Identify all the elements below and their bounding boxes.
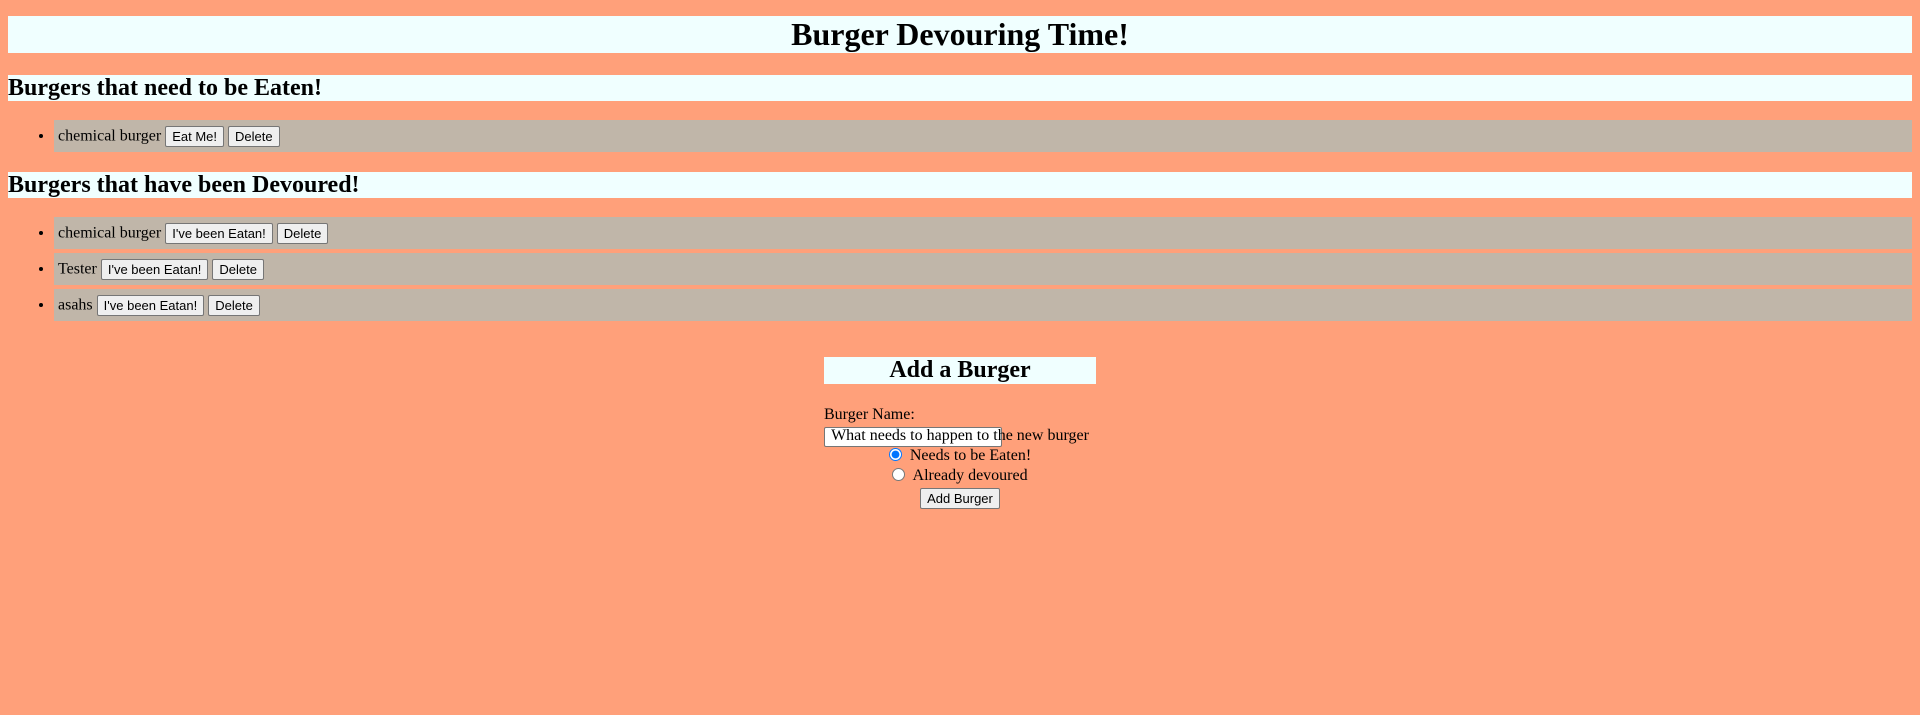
delete-button[interactable]: Delete	[276, 222, 329, 244]
eaten-button[interactable]: I've been Eatan!	[165, 222, 273, 244]
uneaten-list: chemical burger Eat Me! Delete	[8, 120, 1912, 152]
devoured-section-title: Burgers that have been Devoured!	[8, 172, 1912, 198]
radio-needs-eaten[interactable]	[888, 448, 902, 461]
burger-name-row: Burger Name:	[824, 404, 1096, 448]
radio-devoured-row: Already devoured	[824, 466, 1096, 486]
list-item: chemical burger Eat Me! Delete	[54, 120, 1912, 152]
status-question: What needs to happen to the new burger	[831, 427, 1089, 444]
list-item: Tester I've been Eatan! Delete	[54, 253, 1912, 285]
burger-name-label: Burger Name:	[824, 406, 915, 423]
form-title: Add a Burger	[824, 357, 1096, 384]
list-item: chemical burger I've been Eatan! Delete	[54, 217, 1912, 249]
delete-button[interactable]: Delete	[228, 125, 280, 147]
radio-needs-eaten-row: Needs to be Eaten!	[824, 446, 1096, 466]
radio-already-devoured-label[interactable]: Already devoured	[913, 467, 1028, 484]
eaten-button[interactable]: I've been Eatan!	[100, 258, 209, 280]
devoured-list: chemical burger I've been Eatan! Delete …	[8, 217, 1912, 321]
eaten-button[interactable]: I've been Eatan!	[96, 294, 205, 316]
page-title: Burger Devouring Time!	[8, 16, 1912, 53]
burger-name: asahs	[58, 296, 93, 314]
burger-name: chemical burger	[58, 127, 162, 145]
radio-already-devoured[interactable]	[892, 468, 906, 481]
add-burger-button[interactable]: Add Burger	[920, 488, 1000, 509]
add-burger-form: Add a Burger Burger Name: What needs to …	[824, 357, 1096, 509]
radio-needs-eaten-label[interactable]: Needs to be Eaten!	[910, 447, 1031, 464]
burger-name: chemical burger	[58, 224, 162, 242]
page: Burger Devouring Time! Burgers that need…	[0, 0, 1920, 509]
delete-button[interactable]: Delete	[208, 294, 260, 316]
list-item: asahs I've been Eatan! Delete	[54, 289, 1912, 321]
delete-button[interactable]: Delete	[212, 258, 264, 280]
burger-name: Tester	[58, 260, 97, 278]
eat-button[interactable]: Eat Me!	[165, 125, 225, 147]
uneaten-section-title: Burgers that need to be Eaten!	[8, 75, 1912, 101]
